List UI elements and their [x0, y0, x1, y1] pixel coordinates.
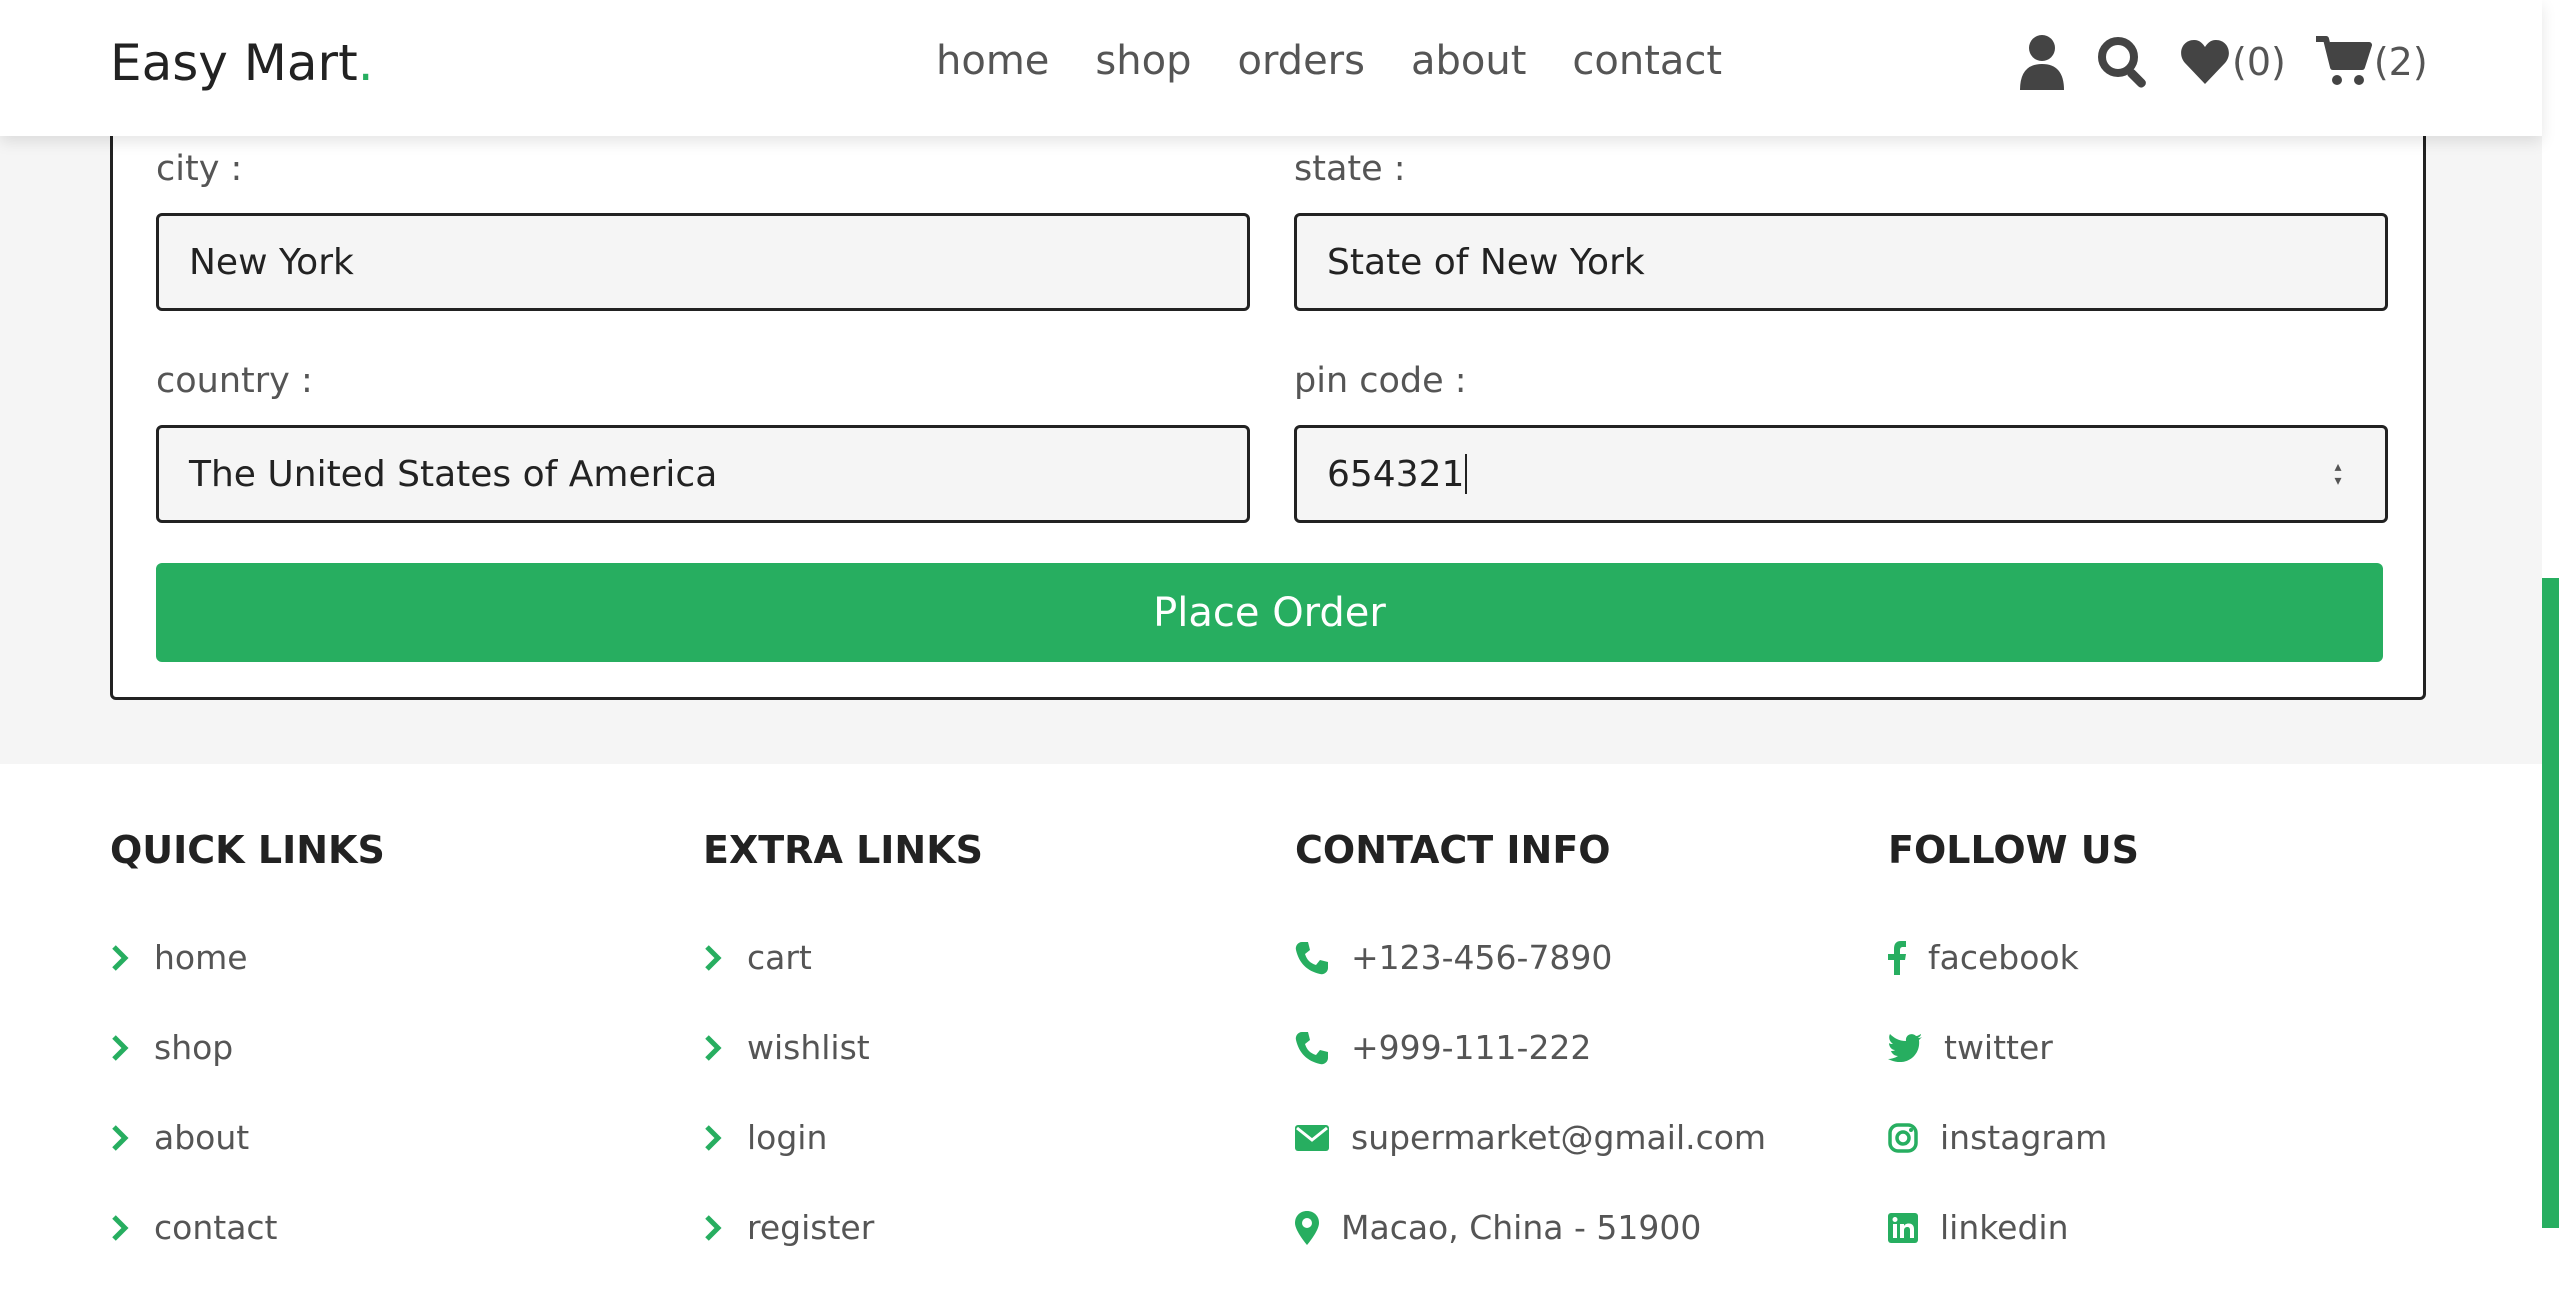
nav-home[interactable]: home: [936, 38, 1049, 84]
contact-phone-2[interactable]: +999-111-222: [1295, 1028, 1591, 1067]
footer-link-about[interactable]: about: [110, 1118, 249, 1157]
country-value: The United States of America: [189, 453, 718, 495]
text-caret: [1465, 454, 1468, 494]
place-order-button[interactable]: Place Order: [156, 563, 2383, 662]
city-label: city :: [156, 149, 243, 189]
chevron-right-icon: [110, 944, 132, 972]
footer: QUICK LINKS home shop about contact EXTR…: [0, 764, 2542, 1295]
link-label: home: [154, 938, 248, 977]
country-label: country :: [156, 361, 313, 401]
link-label: contact: [154, 1208, 278, 1247]
wishlist-count: (0): [2232, 40, 2286, 84]
state-value: State of New York: [1327, 241, 1645, 283]
phone-icon: [1295, 1031, 1329, 1065]
chevron-up-icon[interactable]: ▴: [2331, 460, 2345, 474]
cart-button[interactable]: (2): [2315, 35, 2428, 89]
instagram-icon: [1888, 1122, 1918, 1153]
contact-text: +999-111-222: [1351, 1028, 1592, 1067]
search-icon[interactable]: [2096, 35, 2150, 89]
nav-orders[interactable]: orders: [1237, 38, 1365, 84]
pin-code-label: pin code :: [1294, 361, 1467, 401]
contact-text: supermarket@gmail.com: [1351, 1118, 1767, 1157]
footer-link-login[interactable]: login: [703, 1118, 827, 1157]
contact-phone-1[interactable]: +123-456-7890: [1295, 938, 1612, 977]
nav-shop[interactable]: shop: [1095, 38, 1191, 84]
social-linkedin[interactable]: linkedin: [1888, 1208, 2069, 1247]
footer-extra-links: EXTRA LINKS: [703, 828, 983, 872]
contact-info-title: CONTACT INFO: [1295, 828, 1611, 872]
chevron-right-icon: [703, 944, 725, 972]
link-label: cart: [747, 938, 812, 977]
scrollbar-thumb[interactable]: [2542, 578, 2559, 1228]
link-label: wishlist: [747, 1028, 870, 1067]
cart-icon: [2315, 35, 2372, 89]
footer-quick-links: QUICK LINKS: [110, 828, 385, 872]
header-icons: (0) (2): [2018, 34, 2428, 90]
link-label: shop: [154, 1028, 234, 1067]
logo-text: Easy Mart: [110, 34, 358, 92]
social-instagram[interactable]: instagram: [1888, 1118, 2107, 1157]
link-label: register: [747, 1208, 875, 1247]
chevron-right-icon: [703, 1214, 725, 1242]
contact-text: Macao, China - 51900: [1341, 1208, 1702, 1247]
contact-address: Macao, China - 51900: [1295, 1208, 1701, 1247]
user-icon[interactable]: [2018, 34, 2066, 90]
social-label: instagram: [1940, 1118, 2108, 1157]
wishlist-button[interactable]: (0): [2180, 39, 2286, 85]
social-facebook[interactable]: facebook: [1888, 938, 2079, 977]
social-label: twitter: [1944, 1028, 2053, 1067]
footer-link-shop[interactable]: shop: [110, 1028, 233, 1067]
social-label: linkedin: [1940, 1208, 2069, 1247]
state-input[interactable]: State of New York: [1294, 213, 2388, 311]
chevron-right-icon: [703, 1034, 725, 1062]
chevron-right-icon: [110, 1034, 132, 1062]
map-marker-icon: [1295, 1210, 1319, 1245]
chevron-right-icon: [110, 1124, 132, 1152]
heart-icon: [2180, 39, 2230, 85]
footer-link-cart[interactable]: cart: [703, 938, 812, 977]
contact-text: +123-456-7890: [1351, 938, 1613, 977]
main-nav: home shop orders about contact: [936, 38, 1722, 84]
logo-dot: .: [357, 34, 374, 92]
footer-link-wishlist[interactable]: wishlist: [703, 1028, 870, 1067]
nav-about[interactable]: about: [1411, 38, 1526, 84]
logo[interactable]: Easy Mart.: [110, 34, 374, 92]
city-input[interactable]: New York: [156, 213, 1250, 311]
footer-link-register[interactable]: register: [703, 1208, 874, 1247]
city-value: New York: [189, 241, 354, 283]
number-spinner[interactable]: ▴ ▾: [2331, 460, 2345, 488]
contact-email[interactable]: supermarket@gmail.com: [1295, 1118, 1766, 1157]
nav-contact[interactable]: contact: [1572, 38, 1722, 84]
pin-code-value: 654321: [1327, 453, 1465, 495]
country-input[interactable]: The United States of America: [156, 425, 1250, 523]
chevron-down-icon[interactable]: ▾: [2331, 474, 2345, 488]
state-label: state :: [1294, 149, 1406, 189]
follow-us-title: FOLLOW US: [1888, 828, 2140, 872]
social-twitter[interactable]: twitter: [1888, 1028, 2053, 1067]
checkout-form: city : New York state : State of New Yor…: [110, 100, 2426, 700]
quick-links-title: QUICK LINKS: [110, 828, 385, 872]
phone-icon: [1295, 941, 1329, 975]
chevron-right-icon: [703, 1124, 725, 1152]
cart-count: (2): [2373, 40, 2428, 84]
pin-code-input[interactable]: 654321 ▴ ▾: [1294, 425, 2388, 523]
envelope-icon: [1295, 1124, 1329, 1151]
twitter-icon: [1888, 1033, 1922, 1062]
footer-link-contact[interactable]: contact: [110, 1208, 278, 1247]
header: Easy Mart. home shop orders about contac…: [0, 0, 2542, 136]
footer-follow-us: FOLLOW US: [1888, 828, 2139, 872]
facebook-icon: [1888, 940, 1906, 975]
social-label: facebook: [1928, 938, 2079, 977]
footer-contact-info: CONTACT INFO: [1295, 828, 1611, 872]
linkedin-icon: [1888, 1212, 1918, 1243]
footer-link-home[interactable]: home: [110, 938, 248, 977]
link-label: login: [747, 1118, 828, 1157]
link-label: about: [154, 1118, 250, 1157]
extra-links-title: EXTRA LINKS: [703, 828, 984, 872]
chevron-right-icon: [110, 1214, 132, 1242]
